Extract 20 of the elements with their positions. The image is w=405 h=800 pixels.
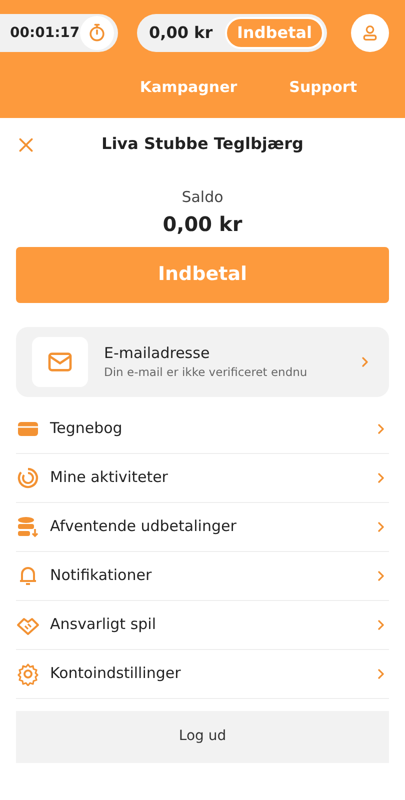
coin-stack-icon xyxy=(16,514,40,538)
email-card[interactable]: E-mailadresse Din e-mail er ikke verificeret endnu xyxy=(16,326,389,396)
email-subtitle: Din e-mail er ikke verificeret endnu xyxy=(104,364,308,382)
menu-item[interactable]: Mine aktiviteter xyxy=(16,454,389,502)
email-title: E-mailadresse xyxy=(104,342,211,364)
logout-button[interactable]: Log ud xyxy=(16,710,389,762)
balance-amount: 0,00 kr xyxy=(162,210,244,238)
settings-icon xyxy=(16,662,40,686)
menu-item[interactable]: Kontoindstillinger xyxy=(16,650,389,698)
timer-text: 00:01:17 xyxy=(10,24,80,42)
menu-item[interactable]: Ansvarligt spil xyxy=(16,600,389,650)
menu-item[interactable]: Tegnebog xyxy=(16,404,389,454)
menu-item[interactable]: Afventende udbetalinger xyxy=(16,502,389,552)
stopwatch-icon[interactable] xyxy=(80,16,114,50)
account-name: Liva Stubbe Teglbjærg xyxy=(100,133,304,155)
profile-icon[interactable] xyxy=(351,14,389,52)
menu-item[interactable]: Notifikationer xyxy=(16,552,389,600)
balance-label: Saldo xyxy=(180,187,224,208)
ring-icon xyxy=(16,466,40,490)
balance-text: 0,00 kr xyxy=(149,22,213,44)
